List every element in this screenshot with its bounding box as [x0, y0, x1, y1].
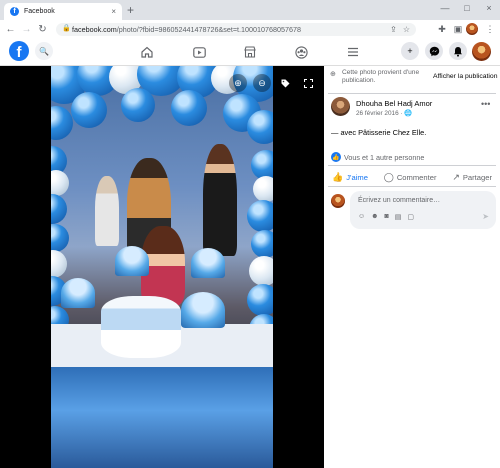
share-arrow-icon: ↗	[452, 171, 460, 182]
commenter-avatar[interactable]	[331, 194, 345, 208]
hamburger-menu-icon[interactable]	[346, 45, 360, 59]
window-controls: — □ ×	[440, 3, 494, 13]
watch-video-icon[interactable]	[192, 45, 206, 59]
search-icon[interactable]: 🔍	[35, 42, 53, 60]
facebook-top-nav: f 🔍 +	[0, 38, 500, 66]
close-window-button[interactable]: ×	[484, 3, 494, 13]
publication-notice: ⊕ Cette photo provient d'une publication…	[330, 69, 500, 91]
side-panel-icon[interactable]: ▣	[452, 23, 464, 35]
forward-arrow-icon[interactable]: →	[20, 23, 33, 36]
minimize-button[interactable]: —	[440, 3, 450, 13]
reload-icon[interactable]: ↻	[36, 23, 49, 36]
like-button[interactable]: 👍 J'aime	[328, 169, 372, 185]
fullscreen-icon[interactable]	[299, 74, 317, 92]
send-icon[interactable]: ➤	[482, 212, 489, 221]
globe-icon: ⊕	[330, 71, 336, 78]
notice-text: Cette photo provient d'une publication.	[342, 69, 420, 84]
divider	[328, 93, 496, 94]
divider	[328, 186, 496, 187]
photo-image	[51, 66, 273, 468]
zoom-in-icon[interactable]: ⊕	[229, 74, 247, 92]
lock-icon[interactable]: 🔒	[62, 25, 71, 32]
share-label: Partager	[462, 172, 492, 182]
notifications-bell-icon[interactable]	[449, 42, 467, 60]
post-details-panel: ⊕ Cette photo provient d'une publication…	[324, 66, 500, 468]
extensions-puzzle-icon[interactable]: ✚	[436, 23, 448, 35]
tab-close-icon[interactable]: ×	[111, 7, 116, 16]
account-avatar[interactable]	[472, 42, 491, 61]
author-avatar[interactable]	[331, 97, 350, 116]
new-tab-button[interactable]: +	[127, 4, 134, 16]
address-bar[interactable]: 🔒 facebook.com/photo/?fbid=9860524414787…	[56, 22, 416, 36]
author-name[interactable]: Dhouha Bel Hadj Amor	[356, 99, 432, 108]
share-button[interactable]: ↗ Partager	[448, 169, 496, 185]
post-with-line: — avec Pâtisserie Chez Elle.	[331, 128, 427, 137]
post-actions: 👍 J'aime ◯ Commenter ↗ Partager	[328, 169, 496, 185]
avatar-sticker-icon[interactable]: ☺	[358, 213, 365, 221]
sticker-icon[interactable]: ▢	[407, 213, 414, 221]
back-arrow-icon[interactable]: ←	[4, 23, 17, 36]
groups-icon[interactable]	[294, 45, 308, 59]
url-text[interactable]: facebook.com/photo/?fbid=986052441478726…	[72, 25, 384, 34]
browser-toolbar: ← → ↻ 🔒 facebook.com/photo/?fbid=9860524…	[0, 20, 500, 38]
like-reaction-icon: 👍	[331, 152, 341, 162]
emoji-icon[interactable]: ☻	[371, 213, 378, 221]
post-date[interactable]: 26 février 2016 · 🌐	[356, 109, 412, 117]
audience-globe-icon: 🌐	[404, 110, 413, 117]
browser-tab-strip: f Facebook × + — □ ×	[0, 0, 500, 20]
zoom-out-icon[interactable]: ⊖	[253, 74, 271, 92]
facebook-logo-icon[interactable]: f	[9, 41, 29, 61]
thumbs-up-icon: 👍	[332, 171, 344, 182]
reactions-summary[interactable]: 👍 Vous et 1 autre personne	[331, 152, 424, 162]
comment-button[interactable]: ◯ Commenter	[380, 169, 441, 185]
browser-profile-avatar[interactable]	[466, 23, 478, 35]
messenger-icon[interactable]	[425, 42, 443, 60]
comment-tools: ☺ ☻ ◙ ▤ ▢	[358, 213, 414, 221]
comment-composer: Écrivez un commentaire… ☺ ☻ ◙ ▤ ▢ ➤	[331, 191, 496, 229]
tagged-page-link[interactable]: Pâtisserie Chez Elle	[358, 128, 424, 137]
post-author: Dhouha Bel Hadj Amor 26 février 2016 · 🌐…	[331, 97, 496, 119]
comment-placeholder: Écrivez un commentaire…	[358, 197, 441, 204]
gif-icon[interactable]: ▤	[395, 213, 402, 221]
like-label: J'aime	[346, 172, 368, 182]
bookmark-star-icon[interactable]: ☆	[403, 25, 410, 34]
create-plus-icon[interactable]: +	[401, 42, 419, 60]
browser-tab[interactable]: f Facebook ×	[4, 3, 122, 20]
share-page-icon[interactable]: ⇪	[390, 25, 397, 34]
tab-title: Facebook	[24, 8, 55, 15]
facebook-favicon-icon: f	[10, 7, 19, 16]
comment-input[interactable]: Écrivez un commentaire… ☺ ☻ ◙ ▤ ▢ ➤	[350, 191, 496, 229]
comment-label: Commenter	[396, 172, 437, 182]
photo-viewer: ⊕ ⊖	[0, 66, 324, 468]
more-options-icon[interactable]: •••	[481, 99, 490, 109]
show-publication-button[interactable]: Afficher la publication	[433, 73, 497, 80]
browser-menu-icon[interactable]: ⋮	[484, 23, 496, 35]
comment-bubble-icon: ◯	[383, 171, 394, 182]
tag-icon[interactable]	[276, 74, 294, 92]
home-icon[interactable]	[140, 45, 154, 59]
divider	[328, 165, 496, 166]
reactions-text[interactable]: Vous et 1 autre personne	[344, 153, 424, 162]
marketplace-icon[interactable]	[243, 45, 257, 59]
camera-icon[interactable]: ◙	[385, 213, 389, 221]
maximize-button[interactable]: □	[462, 3, 472, 13]
